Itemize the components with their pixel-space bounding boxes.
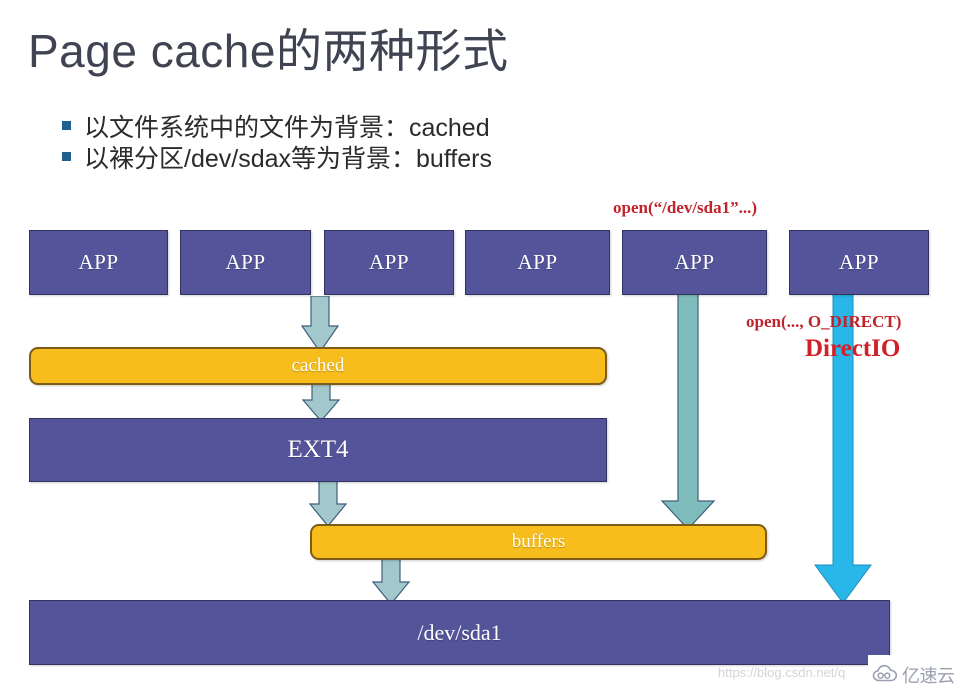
buffers-layer[interactable]: buffers: [310, 524, 767, 560]
device-layer[interactable]: /dev/sda1: [29, 600, 890, 665]
watermark-url: https://blog.csdn.net/q: [718, 665, 846, 680]
app-box[interactable]: APP: [789, 230, 929, 295]
cached-layer[interactable]: cached: [29, 347, 607, 385]
cloud-icon: [872, 664, 898, 687]
app-box-label: APP: [225, 250, 266, 274]
app-box[interactable]: APP: [29, 230, 168, 295]
app-box[interactable]: APP: [622, 230, 767, 295]
ext4-layer-label: EXT4: [287, 436, 349, 463]
app-box-label: APP: [78, 250, 119, 274]
arrow-ext4-to-buffers: [308, 480, 348, 528]
app-box-label: APP: [838, 250, 880, 274]
app-box-label: APP: [674, 250, 715, 274]
annotation-open-o-direct: open(..., O_DIRECT): [746, 312, 902, 331]
ext4-layer[interactable]: EXT4: [29, 418, 607, 482]
architecture-diagram: APP APP APP APP APP APP cached EXT4 buff…: [0, 0, 965, 695]
slide-canvas: Page cache的两种形式 以文件系统中的文件为背景：cached 以裸分区…: [0, 0, 965, 695]
arrow-app5-to-buffers: [659, 293, 717, 531]
app-box-label: APP: [517, 250, 558, 274]
app-box[interactable]: APP: [465, 230, 610, 295]
arrow-buffers-to-device: [371, 558, 411, 606]
cached-layer-label: cached: [291, 355, 345, 376]
app-box-label: APP: [368, 250, 410, 274]
watermark-logo-text: 亿速云: [902, 666, 955, 686]
buffers-layer-label: buffers: [511, 531, 566, 552]
app-box[interactable]: APP: [180, 230, 311, 295]
app-box[interactable]: APP: [324, 230, 454, 295]
watermark-logo: 亿速云: [868, 655, 965, 695]
annotation-open-dev-sda1: open(“/dev/sda1”...): [613, 198, 758, 217]
arrow-app3-to-cached: [300, 296, 340, 354]
annotation-directio: DirectIO: [805, 335, 901, 362]
arrow-cached-to-ext4: [301, 383, 341, 423]
device-layer-label: /dev/sda1: [417, 619, 502, 645]
